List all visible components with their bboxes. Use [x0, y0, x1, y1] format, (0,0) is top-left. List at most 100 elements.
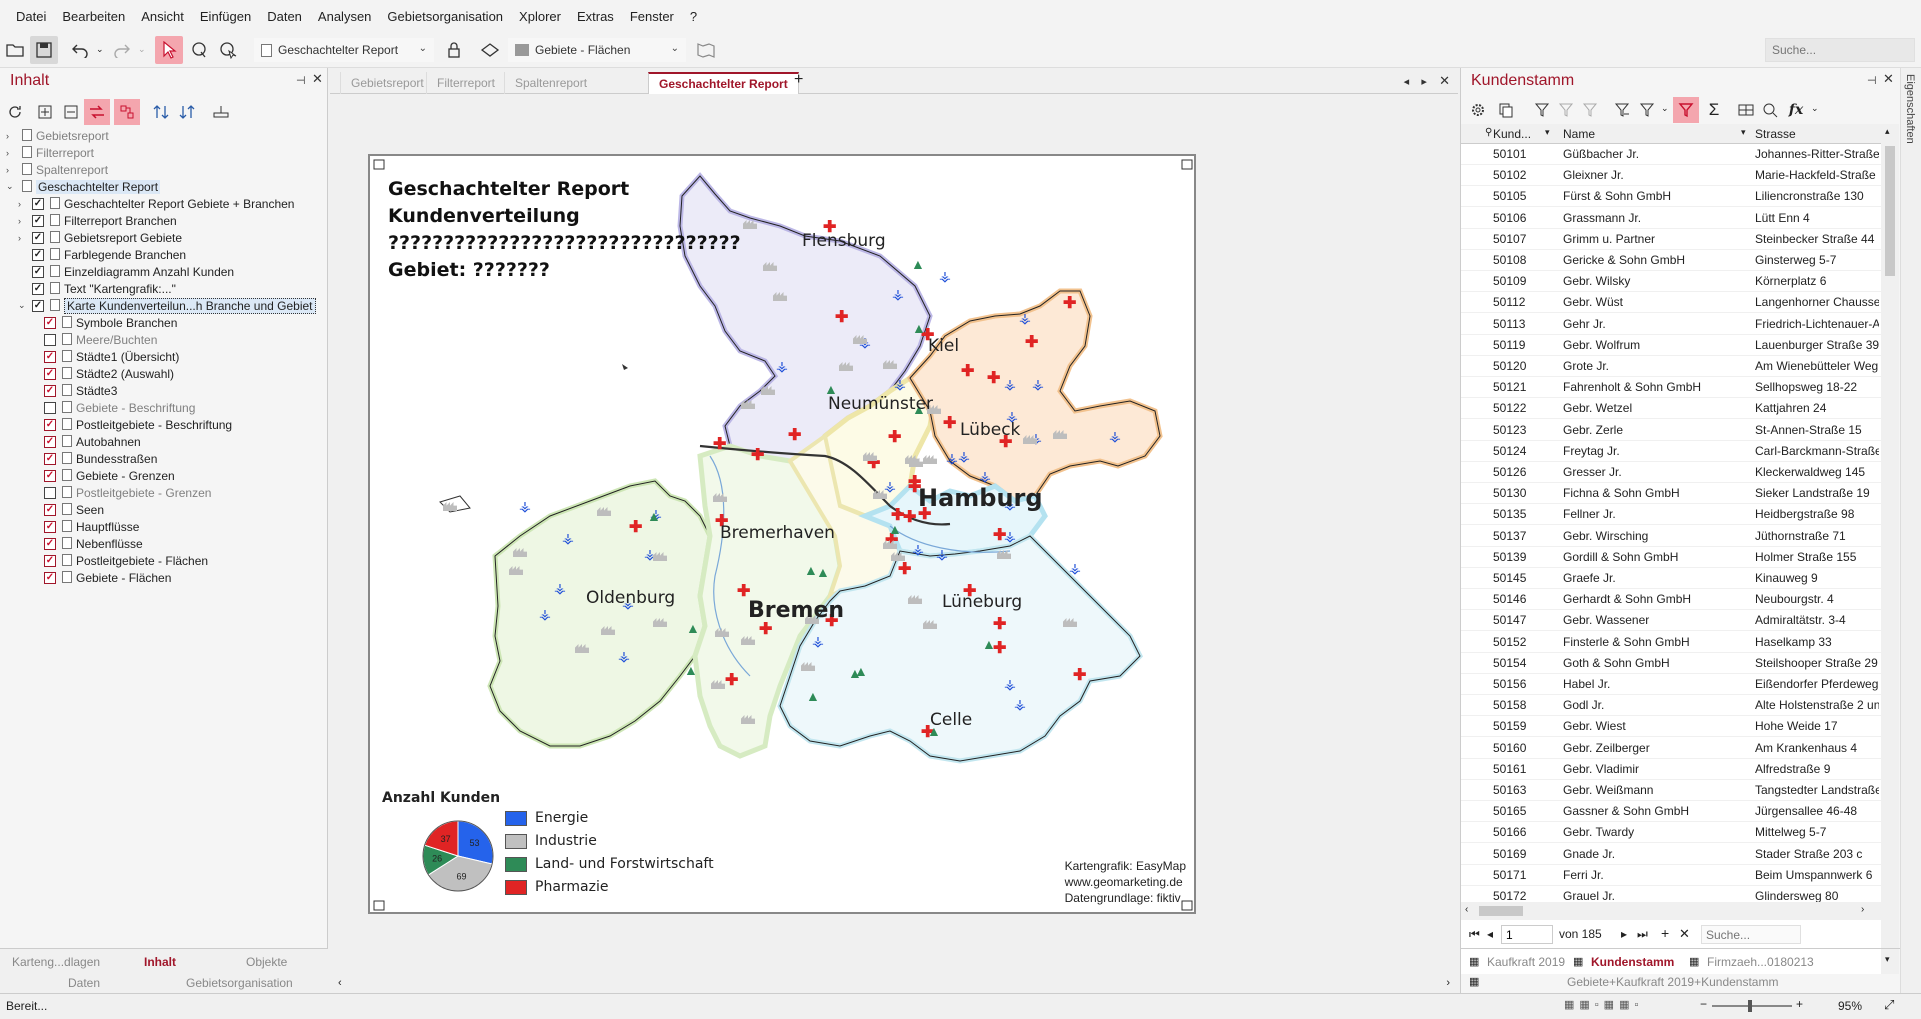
tree-item[interactable]: Meere/Buchten [0, 331, 328, 348]
first-page-icon[interactable]: ⏮ [1469, 927, 1480, 942]
pin-icon[interactable]: ⊣ [1867, 74, 1877, 87]
properties-strip[interactable]: Eigenschaften [1900, 68, 1921, 993]
multi-select-icon[interactable] [214, 36, 242, 64]
chevron-right-icon[interactable]: › [6, 148, 16, 158]
add-tab-icon[interactable]: + [794, 71, 803, 89]
filter-options-icon[interactable] [1635, 97, 1661, 123]
filter-edit-icon[interactable] [1553, 97, 1579, 123]
zoom-slider[interactable] [1712, 1005, 1792, 1007]
visibility-checkbox[interactable] [32, 197, 44, 210]
view-mode-icons[interactable]: ▦▦▫▦▦▫ [1564, 998, 1643, 1011]
table-row[interactable]: 50108 Gericke & Sohn GmbH Ginsterweg 5-7 [1461, 250, 1881, 271]
chevron-right-icon[interactable]: › [18, 199, 28, 209]
tree-item[interactable]: Städte1 (Übersicht) [0, 348, 328, 365]
menu-item[interactable]: Ansicht [133, 9, 192, 24]
zoom-out-icon[interactable]: − [1700, 997, 1707, 1011]
chevron-down-icon[interactable]: ⌄ [6, 181, 16, 192]
visibility-checkbox[interactable] [44, 554, 56, 567]
layer-select-icon[interactable] [476, 36, 504, 64]
table-row[interactable]: 50105 Fürst & Sohn GmbH Liliencronstraße 1… [1461, 186, 1881, 208]
formula-icon[interactable]: fx [1783, 97, 1809, 123]
tree-item[interactable]: › Gebietsreport Gebiete [0, 229, 328, 246]
scroll-thumb[interactable] [1479, 906, 1523, 916]
visibility-checkbox[interactable] [44, 469, 56, 482]
tree-item[interactable]: Gebiete - Beschriftung [0, 399, 328, 416]
undo-dropdown-icon[interactable]: ⌄ [96, 44, 104, 55]
grid-search-input[interactable] [1701, 925, 1801, 944]
grid-vscroll[interactable]: ▴ ▾ [1881, 124, 1899, 974]
table-row[interactable]: 50161 Gebr. Vladimir Alfredstraße 9 [1461, 759, 1881, 780]
tree-item[interactable]: Autobahnen [0, 433, 328, 450]
table-row[interactable]: 50171 Ferri Jr. Beim Umspannwerk 6 [1461, 865, 1881, 886]
menu-item[interactable]: Einfügen [192, 9, 259, 24]
lasso-select-icon[interactable] [185, 36, 213, 64]
table-row[interactable]: 50130 Fichna & Sohn GmbH Sieker Landstraße… [1461, 483, 1881, 505]
pin-icon[interactable]: ⊣ [296, 74, 306, 87]
visibility-checkbox[interactable] [44, 418, 56, 431]
tab-gebietsreport[interactable]: Gebietsreport [340, 72, 434, 94]
scroll-right-icon[interactable]: › [1446, 977, 1450, 989]
tab-kundenstamm[interactable]: Kundenstamm [1591, 955, 1674, 969]
menu-item[interactable]: Analysen [310, 9, 379, 24]
zoom-slider-thumb[interactable] [1748, 1000, 1752, 1012]
close-icon[interactable]: ✕ [1883, 71, 1894, 87]
table-row[interactable]: 50163 Gebr. Weißmann Tangstedter Landstraß… [1461, 780, 1881, 801]
redo-dropdown-icon[interactable]: ⌄ [138, 44, 146, 55]
filter-list-icon[interactable] [1609, 97, 1635, 123]
table-row[interactable]: 50122 Gebr. Wetzel Kattjahren 24 [1461, 398, 1881, 420]
tab-filterreport[interactable]: Filterreport [426, 72, 505, 94]
visibility-checkbox[interactable] [44, 571, 56, 584]
layer-combo[interactable]: Gebiete - Flächen ⌄ [508, 38, 686, 62]
scroll-left-icon[interactable]: ‹ [1465, 904, 1468, 915]
visibility-checkbox[interactable] [32, 248, 44, 261]
joined-table-tab[interactable]: Gebiete+Kaufkraft 2019+Kundenstamm [1567, 975, 1778, 989]
tab-firmzaehlung[interactable]: Firmzaeh...0180213 [1707, 955, 1814, 969]
table-row[interactable]: 50124 Freytag Jr. Carl-Barckmann-Straße [1461, 441, 1881, 462]
refresh-icon[interactable] [2, 99, 28, 125]
table-row[interactable]: 50165 Gassner & Sohn GmbH Jürgensallee 46-… [1461, 801, 1881, 823]
tree-item[interactable]: Bundesstraßen [0, 450, 328, 467]
gear-icon[interactable] [1465, 97, 1491, 123]
tree-item[interactable]: ⌄ Geschachtelter Report [0, 178, 328, 195]
close-tab-icon[interactable]: ✕ [1439, 73, 1450, 88]
chevron-down-icon[interactable]: ⌄ [1661, 103, 1669, 114]
sort-desc-icon[interactable] [174, 99, 200, 125]
scroll-up-icon[interactable]: ▴ [1885, 126, 1890, 137]
redo-icon[interactable] [108, 36, 136, 64]
filter-active-icon[interactable] [1673, 97, 1699, 123]
search-add-icon[interactable] [1757, 97, 1783, 123]
column-header-name[interactable]: Name [1563, 127, 1595, 141]
table-row[interactable]: 50101 Güßbacher Jr. Johannes-Ritter-Straße [1461, 144, 1881, 165]
menu-item[interactable]: Gebietsorganisation [379, 9, 511, 24]
tree-item[interactable]: Text "Kartengrafik:..." [0, 280, 328, 297]
menu-item[interactable]: Fenster [622, 9, 682, 24]
link-icon[interactable] [84, 99, 110, 125]
menu-item[interactable]: Extras [569, 9, 622, 24]
last-page-icon[interactable]: ⏭ [1637, 927, 1648, 942]
tree-item[interactable]: Gebiete - Grenzen [0, 467, 328, 484]
tree-item[interactable]: Postleitgebiete - Beschriftung [0, 416, 328, 433]
chevron-down-icon[interactable]: ⌄ [18, 300, 28, 311]
tree-item[interactable]: Nebenflüsse [0, 535, 328, 552]
table-row[interactable]: 50126 Gresser Jr. Kleckerwaldweg 145 [1461, 462, 1881, 483]
table-row[interactable]: 50158 Godl Jr. Alte Holstenstraße 2 un [1461, 695, 1881, 717]
open-icon[interactable] [2, 36, 30, 64]
visibility-checkbox[interactable] [44, 503, 56, 516]
layer-options-icon[interactable] [208, 99, 234, 125]
tree-item[interactable]: Postleitgebiete - Grenzen [0, 484, 328, 501]
chevron-right-icon[interactable]: › [6, 165, 16, 175]
tree-item[interactable]: Seen [0, 501, 328, 518]
table-row[interactable]: 50145 Graefe Jr. Kinauweg 9 [1461, 568, 1881, 589]
table-row[interactable]: 50169 Gnade Jr. Stader Straße 203 c [1461, 844, 1881, 865]
tree-item[interactable]: › Gebietsreport [0, 127, 328, 144]
add-record-icon[interactable]: + [1661, 925, 1669, 941]
undo-icon[interactable] [66, 36, 94, 64]
filter-icon[interactable] [1529, 97, 1555, 123]
scroll-left-icon[interactable]: ‹ [338, 977, 342, 989]
tab-geschachtelter-report[interactable]: Geschachtelter Report [648, 72, 799, 94]
tree-item[interactable]: › Spaltenreport [0, 161, 328, 178]
column-dropdown-icon[interactable]: ▾ [1545, 127, 1550, 138]
sum-icon[interactable]: Σ [1701, 97, 1727, 123]
table-row[interactable]: 50154 Goth & Sohn GmbH Steilshooper Straße… [1461, 653, 1881, 674]
sort-asc-icon[interactable] [148, 99, 174, 125]
